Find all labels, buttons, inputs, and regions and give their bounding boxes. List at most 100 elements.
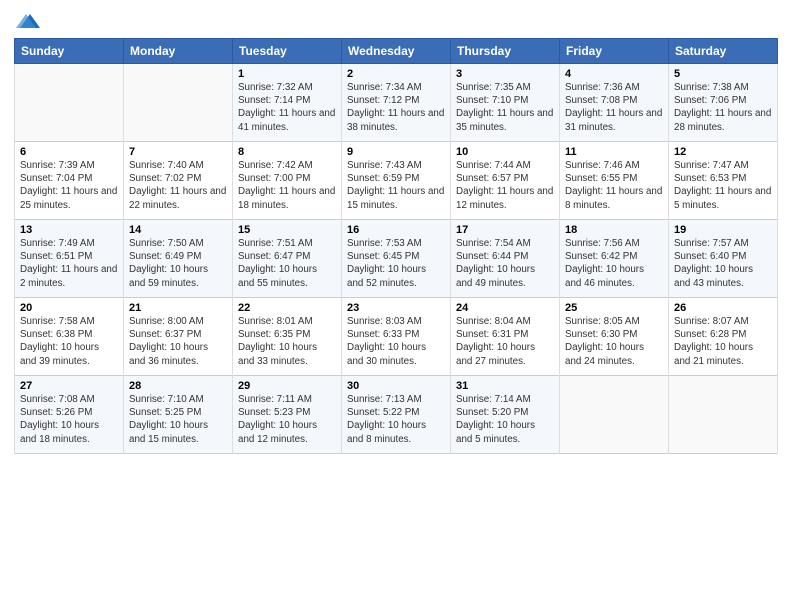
day-number: 25	[565, 302, 663, 314]
day-number: 29	[238, 380, 336, 392]
day-info: Sunrise: 7:14 AM Sunset: 5:20 PM Dayligh…	[456, 393, 554, 446]
calendar-cell: 26Sunrise: 8:07 AM Sunset: 6:28 PM Dayli…	[669, 298, 778, 376]
logo	[14, 10, 40, 30]
day-number: 26	[674, 302, 772, 314]
calendar-cell: 20Sunrise: 7:58 AM Sunset: 6:38 PM Dayli…	[15, 298, 124, 376]
calendar-cell: 14Sunrise: 7:50 AM Sunset: 6:49 PM Dayli…	[124, 220, 233, 298]
calendar-cell	[560, 376, 669, 454]
day-info: Sunrise: 7:46 AM Sunset: 6:55 PM Dayligh…	[565, 159, 663, 212]
day-info: Sunrise: 7:35 AM Sunset: 7:10 PM Dayligh…	[456, 81, 554, 134]
weekday-header-tuesday: Tuesday	[233, 39, 342, 64]
day-info: Sunrise: 7:47 AM Sunset: 6:53 PM Dayligh…	[674, 159, 772, 212]
day-number: 19	[674, 224, 772, 236]
day-info: Sunrise: 7:54 AM Sunset: 6:44 PM Dayligh…	[456, 237, 554, 290]
day-number: 22	[238, 302, 336, 314]
calendar-table: SundayMondayTuesdayWednesdayThursdayFrid…	[14, 38, 778, 454]
day-info: Sunrise: 7:56 AM Sunset: 6:42 PM Dayligh…	[565, 237, 663, 290]
day-info: Sunrise: 7:08 AM Sunset: 5:26 PM Dayligh…	[20, 393, 118, 446]
week-row-2: 6Sunrise: 7:39 AM Sunset: 7:04 PM Daylig…	[15, 142, 778, 220]
week-row-5: 27Sunrise: 7:08 AM Sunset: 5:26 PM Dayli…	[15, 376, 778, 454]
day-number: 3	[456, 68, 554, 80]
logo-icon	[16, 10, 40, 30]
day-info: Sunrise: 7:38 AM Sunset: 7:06 PM Dayligh…	[674, 81, 772, 134]
day-info: Sunrise: 7:32 AM Sunset: 7:14 PM Dayligh…	[238, 81, 336, 134]
calendar-cell	[124, 64, 233, 142]
day-number: 24	[456, 302, 554, 314]
calendar-cell: 19Sunrise: 7:57 AM Sunset: 6:40 PM Dayli…	[669, 220, 778, 298]
day-number: 17	[456, 224, 554, 236]
calendar-cell: 10Sunrise: 7:44 AM Sunset: 6:57 PM Dayli…	[451, 142, 560, 220]
day-number: 1	[238, 68, 336, 80]
calendar-cell: 9Sunrise: 7:43 AM Sunset: 6:59 PM Daylig…	[342, 142, 451, 220]
week-row-4: 20Sunrise: 7:58 AM Sunset: 6:38 PM Dayli…	[15, 298, 778, 376]
day-info: Sunrise: 7:34 AM Sunset: 7:12 PM Dayligh…	[347, 81, 445, 134]
day-info: Sunrise: 7:50 AM Sunset: 6:49 PM Dayligh…	[129, 237, 227, 290]
calendar-cell: 25Sunrise: 8:05 AM Sunset: 6:30 PM Dayli…	[560, 298, 669, 376]
day-info: Sunrise: 7:58 AM Sunset: 6:38 PM Dayligh…	[20, 315, 118, 368]
day-info: Sunrise: 8:05 AM Sunset: 6:30 PM Dayligh…	[565, 315, 663, 368]
calendar-cell: 3Sunrise: 7:35 AM Sunset: 7:10 PM Daylig…	[451, 64, 560, 142]
day-number: 8	[238, 146, 336, 158]
header	[14, 10, 778, 30]
weekday-header-wednesday: Wednesday	[342, 39, 451, 64]
day-info: Sunrise: 8:07 AM Sunset: 6:28 PM Dayligh…	[674, 315, 772, 368]
day-info: Sunrise: 7:39 AM Sunset: 7:04 PM Dayligh…	[20, 159, 118, 212]
day-number: 18	[565, 224, 663, 236]
day-info: Sunrise: 7:11 AM Sunset: 5:23 PM Dayligh…	[238, 393, 336, 446]
day-number: 20	[20, 302, 118, 314]
calendar-cell: 8Sunrise: 7:42 AM Sunset: 7:00 PM Daylig…	[233, 142, 342, 220]
weekday-header-friday: Friday	[560, 39, 669, 64]
day-info: Sunrise: 7:43 AM Sunset: 6:59 PM Dayligh…	[347, 159, 445, 212]
calendar-cell: 5Sunrise: 7:38 AM Sunset: 7:06 PM Daylig…	[669, 64, 778, 142]
calendar-cell: 21Sunrise: 8:00 AM Sunset: 6:37 PM Dayli…	[124, 298, 233, 376]
calendar-cell: 28Sunrise: 7:10 AM Sunset: 5:25 PM Dayli…	[124, 376, 233, 454]
weekday-header-saturday: Saturday	[669, 39, 778, 64]
day-number: 7	[129, 146, 227, 158]
calendar-cell: 22Sunrise: 8:01 AM Sunset: 6:35 PM Dayli…	[233, 298, 342, 376]
calendar-cell	[669, 376, 778, 454]
day-info: Sunrise: 7:51 AM Sunset: 6:47 PM Dayligh…	[238, 237, 336, 290]
day-number: 27	[20, 380, 118, 392]
week-row-3: 13Sunrise: 7:49 AM Sunset: 6:51 PM Dayli…	[15, 220, 778, 298]
calendar-cell: 16Sunrise: 7:53 AM Sunset: 6:45 PM Dayli…	[342, 220, 451, 298]
day-info: Sunrise: 7:40 AM Sunset: 7:02 PM Dayligh…	[129, 159, 227, 212]
day-number: 15	[238, 224, 336, 236]
calendar-cell: 15Sunrise: 7:51 AM Sunset: 6:47 PM Dayli…	[233, 220, 342, 298]
day-number: 6	[20, 146, 118, 158]
calendar-cell	[15, 64, 124, 142]
day-number: 10	[456, 146, 554, 158]
day-number: 13	[20, 224, 118, 236]
calendar-cell: 11Sunrise: 7:46 AM Sunset: 6:55 PM Dayli…	[560, 142, 669, 220]
weekday-header-row: SundayMondayTuesdayWednesdayThursdayFrid…	[15, 39, 778, 64]
day-info: Sunrise: 7:13 AM Sunset: 5:22 PM Dayligh…	[347, 393, 445, 446]
day-number: 28	[129, 380, 227, 392]
day-info: Sunrise: 7:42 AM Sunset: 7:00 PM Dayligh…	[238, 159, 336, 212]
day-info: Sunrise: 8:04 AM Sunset: 6:31 PM Dayligh…	[456, 315, 554, 368]
calendar-cell: 18Sunrise: 7:56 AM Sunset: 6:42 PM Dayli…	[560, 220, 669, 298]
weekday-header-thursday: Thursday	[451, 39, 560, 64]
day-number: 14	[129, 224, 227, 236]
calendar-cell: 7Sunrise: 7:40 AM Sunset: 7:02 PM Daylig…	[124, 142, 233, 220]
day-info: Sunrise: 8:03 AM Sunset: 6:33 PM Dayligh…	[347, 315, 445, 368]
weekday-header-monday: Monday	[124, 39, 233, 64]
day-info: Sunrise: 7:10 AM Sunset: 5:25 PM Dayligh…	[129, 393, 227, 446]
weekday-header-sunday: Sunday	[15, 39, 124, 64]
day-info: Sunrise: 8:00 AM Sunset: 6:37 PM Dayligh…	[129, 315, 227, 368]
calendar-cell: 31Sunrise: 7:14 AM Sunset: 5:20 PM Dayli…	[451, 376, 560, 454]
day-number: 21	[129, 302, 227, 314]
calendar-cell: 23Sunrise: 8:03 AM Sunset: 6:33 PM Dayli…	[342, 298, 451, 376]
day-number: 31	[456, 380, 554, 392]
day-number: 30	[347, 380, 445, 392]
calendar-cell: 4Sunrise: 7:36 AM Sunset: 7:08 PM Daylig…	[560, 64, 669, 142]
calendar-cell: 12Sunrise: 7:47 AM Sunset: 6:53 PM Dayli…	[669, 142, 778, 220]
day-info: Sunrise: 7:53 AM Sunset: 6:45 PM Dayligh…	[347, 237, 445, 290]
day-number: 16	[347, 224, 445, 236]
calendar-cell: 27Sunrise: 7:08 AM Sunset: 5:26 PM Dayli…	[15, 376, 124, 454]
week-row-1: 1Sunrise: 7:32 AM Sunset: 7:14 PM Daylig…	[15, 64, 778, 142]
day-number: 23	[347, 302, 445, 314]
calendar-cell: 2Sunrise: 7:34 AM Sunset: 7:12 PM Daylig…	[342, 64, 451, 142]
calendar-container: SundayMondayTuesdayWednesdayThursdayFrid…	[0, 0, 792, 462]
calendar-cell: 13Sunrise: 7:49 AM Sunset: 6:51 PM Dayli…	[15, 220, 124, 298]
calendar-cell: 1Sunrise: 7:32 AM Sunset: 7:14 PM Daylig…	[233, 64, 342, 142]
day-info: Sunrise: 8:01 AM Sunset: 6:35 PM Dayligh…	[238, 315, 336, 368]
